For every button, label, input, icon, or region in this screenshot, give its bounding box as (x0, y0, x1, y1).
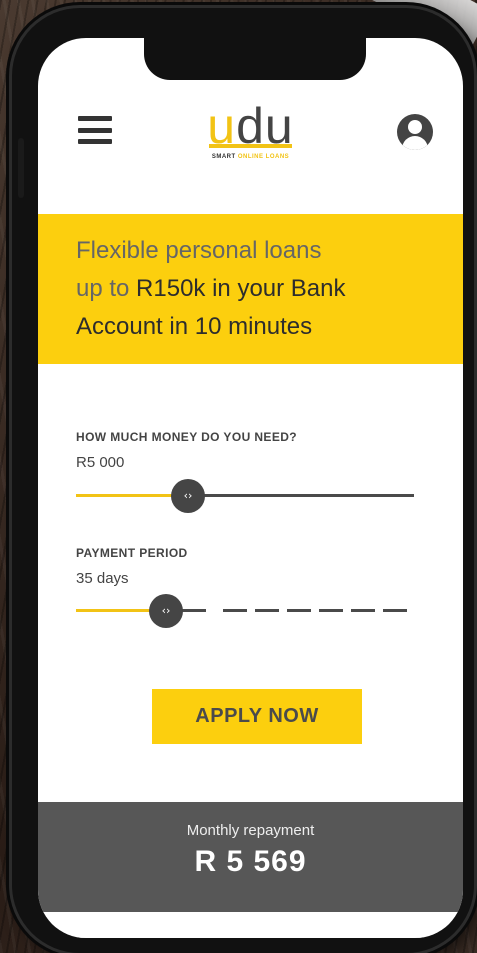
logo-underline (209, 144, 292, 148)
payment-period-label: PAYMENT PERIOD (76, 546, 188, 560)
logo-tagline: SMART ONLINE LOANS (38, 154, 463, 160)
app-header: udu SMART ONLINE LOANS (38, 98, 463, 208)
banner-line2-strong: R150k in your Bank (136, 275, 346, 302)
banner-line3: Account in 10 minutes (76, 313, 313, 340)
user-avatar-icon[interactable] (397, 114, 433, 150)
payment-period-value: 35 days (76, 570, 129, 587)
promo-banner: Flexible personal loans up to R150k in y… (38, 214, 463, 364)
banner-line2-light: up to (76, 275, 137, 302)
banner-line1: Flexible personal loans (76, 237, 322, 264)
loan-amount-slider-handle[interactable]: ‹› (171, 479, 205, 513)
payment-period-slider-handle[interactable]: ‹› (149, 594, 183, 628)
monthly-repayment-panel: Monthly repayment R 5 569 (38, 802, 463, 938)
logo-wordmark: udu (207, 98, 293, 154)
phone-frame: udu SMART ONLINE LOANS Flexible personal… (12, 8, 474, 953)
phone-notch (144, 38, 366, 80)
phone-side-button (18, 138, 24, 198)
tagline-part2: ONLINE LOANS (237, 154, 290, 160)
payment-period-track-dashed (223, 609, 414, 612)
banner-line2: up to R150k in your Bank (76, 270, 439, 308)
apply-now-button[interactable]: APPLY NOW (152, 689, 362, 744)
loan-amount-label: HOW MUCH MONEY DO YOU NEED? (76, 430, 298, 444)
tagline-part1: SMART (211, 154, 238, 160)
monthly-repayment-label: Monthly repayment (186, 822, 315, 839)
screen-bottom-strip (38, 912, 463, 938)
app-screen: udu SMART ONLINE LOANS Flexible personal… (38, 38, 463, 938)
monthly-repayment-amount: R 5 569 (194, 845, 307, 878)
loan-amount-value: R5 000 (76, 454, 125, 471)
